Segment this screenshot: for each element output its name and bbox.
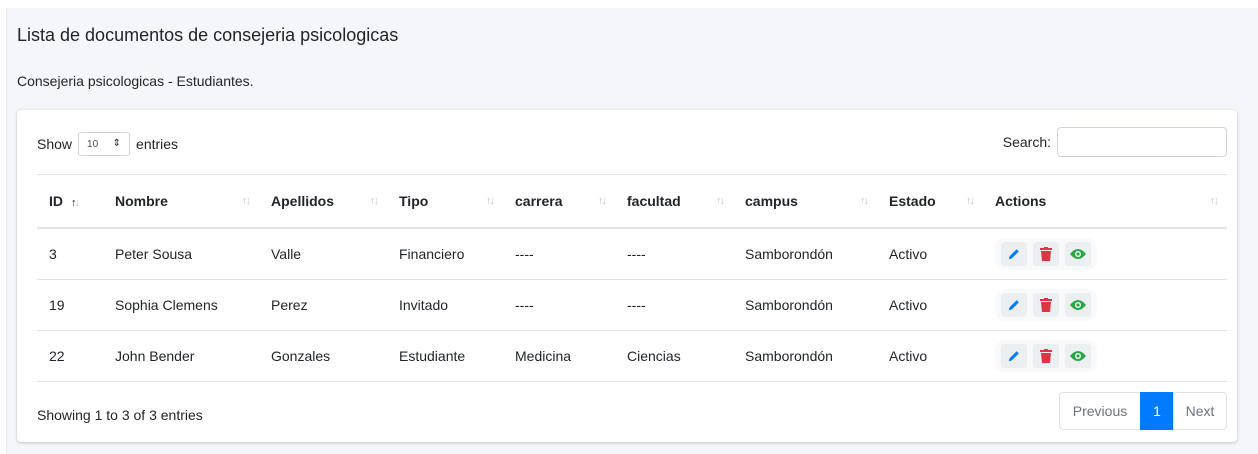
cell-tipo: Invitado — [387, 279, 503, 331]
previous-button[interactable]: Previous — [1059, 392, 1141, 430]
entries-select-value: 10 — [87, 138, 99, 150]
sort-icon: ↑↓ — [486, 195, 495, 207]
entries-select[interactable]: 10 ⇕ — [78, 132, 131, 156]
cell-facultad: Ciencias — [615, 330, 733, 382]
cell-nombre: Peter Sousa — [103, 228, 259, 280]
sort-icon: ↑↓ — [1210, 195, 1219, 207]
cell-tipo: Financiero — [387, 228, 503, 280]
eye-icon — [1070, 249, 1086, 259]
table-info: Showing 1 to 3 of 3 entries — [37, 407, 203, 423]
table-row: 22 John Bender Gonzales Estudiante Medic… — [37, 330, 1227, 382]
edit-button[interactable] — [1001, 242, 1027, 266]
cell-facultad: ---- — [615, 228, 733, 280]
page-title: Lista de documentos de consejeria psicol… — [17, 25, 399, 45]
cell-nombre: Sophia Clemens — [103, 279, 259, 331]
sort-icon: ↑↓ — [716, 195, 725, 207]
cell-estado: Activo — [877, 279, 983, 331]
cell-campus: Samborondón — [733, 279, 877, 331]
column-header-campus[interactable]: campus ↑↓ — [733, 174, 877, 229]
page-subtitle: Consejeria psicologicas - Estudiantes. — [17, 73, 254, 89]
delete-button[interactable] — [1033, 344, 1059, 368]
cell-estado: Activo — [877, 228, 983, 280]
column-header-carrera[interactable]: carrera ↑↓ — [503, 174, 615, 229]
cell-id: 22 — [37, 330, 103, 382]
actions-group — [995, 238, 1097, 270]
next-button[interactable]: Next — [1173, 392, 1227, 430]
trash-icon — [1040, 349, 1052, 363]
column-header-facultad[interactable]: facultad ↑↓ — [615, 174, 733, 229]
view-button[interactable] — [1065, 242, 1091, 266]
actions-group — [995, 340, 1097, 372]
sort-icon: ↑↓ — [966, 195, 975, 207]
cell-actions — [983, 330, 1227, 382]
cell-estado: Activo — [877, 330, 983, 382]
column-header-apellidos[interactable]: Apellidos ↑↓ — [259, 174, 387, 229]
cell-campus: Samborondón — [733, 330, 877, 382]
cell-apellidos: Valle — [259, 228, 387, 280]
view-button[interactable] — [1065, 293, 1091, 317]
cell-carrera: ---- — [503, 279, 615, 331]
sort-icon: ↑↓ — [370, 195, 379, 207]
view-button[interactable] — [1065, 344, 1091, 368]
sort-icon: ↑↓ — [860, 195, 869, 207]
cell-facultad: ---- — [615, 279, 733, 331]
cell-campus: Samborondón — [733, 228, 877, 280]
sort-icon: ↑↓ — [598, 195, 607, 207]
edit-button[interactable] — [1001, 344, 1027, 368]
sort-icon: ↑↓ — [242, 195, 251, 207]
cell-apellidos: Gonzales — [259, 330, 387, 382]
cell-actions — [983, 279, 1227, 331]
pencil-icon — [1008, 249, 1019, 260]
edit-button[interactable] — [1001, 293, 1027, 317]
delete-button[interactable] — [1033, 242, 1059, 266]
documents-card: Show 10 ⇕ entries Search: ID ↑↓ Nombre ↑↓ — [17, 110, 1237, 442]
actions-group — [995, 289, 1097, 321]
page-1-button[interactable]: 1 — [1140, 392, 1174, 430]
trash-icon — [1040, 298, 1052, 312]
cell-carrera: Medicina — [503, 330, 615, 382]
search-input[interactable] — [1057, 127, 1227, 157]
table-row: 3 Peter Sousa Valle Financiero ---- ----… — [37, 228, 1227, 280]
column-header-tipo[interactable]: Tipo ↑↓ — [387, 174, 503, 229]
select-arrows-icon: ⇕ — [112, 138, 122, 149]
delete-button[interactable] — [1033, 293, 1059, 317]
column-header-estado[interactable]: Estado ↑↓ — [877, 174, 983, 229]
entries-label: entries — [136, 136, 179, 152]
pencil-icon — [1008, 351, 1019, 362]
entries-length-control: Show 10 ⇕ entries — [37, 132, 178, 156]
column-header-id[interactable]: ID ↑↓ — [37, 174, 103, 229]
cell-id: 19 — [37, 279, 103, 331]
eye-icon — [1070, 300, 1086, 310]
table-header-row: ID ↑↓ Nombre ↑↓ Apellidos ↑↓ Tipo ↑↓ carrera… — [37, 174, 1227, 229]
content-wrapper: Lista de documentos de consejeria psicol… — [6, 8, 1258, 454]
pencil-icon — [1008, 300, 1019, 311]
eye-icon — [1070, 351, 1086, 361]
cell-apellidos: Perez — [259, 279, 387, 331]
show-label: Show — [37, 136, 73, 152]
cell-tipo: Estudiante — [387, 330, 503, 382]
trash-icon — [1040, 247, 1052, 261]
sort-asc-icon: ↑↓ — [71, 197, 80, 209]
search-label: Search: — [1002, 134, 1051, 150]
cell-actions — [983, 228, 1227, 280]
table-row: 19 Sophia Clemens Perez Invitado ---- --… — [37, 279, 1227, 331]
cell-nombre: John Bender — [103, 330, 259, 382]
column-header-actions[interactable]: Actions ↑↓ — [983, 174, 1227, 229]
pagination: Previous 1 Next — [1059, 392, 1227, 430]
search-control: Search: — [1003, 127, 1227, 157]
cell-carrera: ---- — [503, 228, 615, 280]
column-header-nombre[interactable]: Nombre ↑↓ — [103, 174, 259, 229]
cell-id: 3 — [37, 228, 103, 280]
documents-table: ID ↑↓ Nombre ↑↓ Apellidos ↑↓ Tipo ↑↓ carrera… — [37, 174, 1227, 382]
